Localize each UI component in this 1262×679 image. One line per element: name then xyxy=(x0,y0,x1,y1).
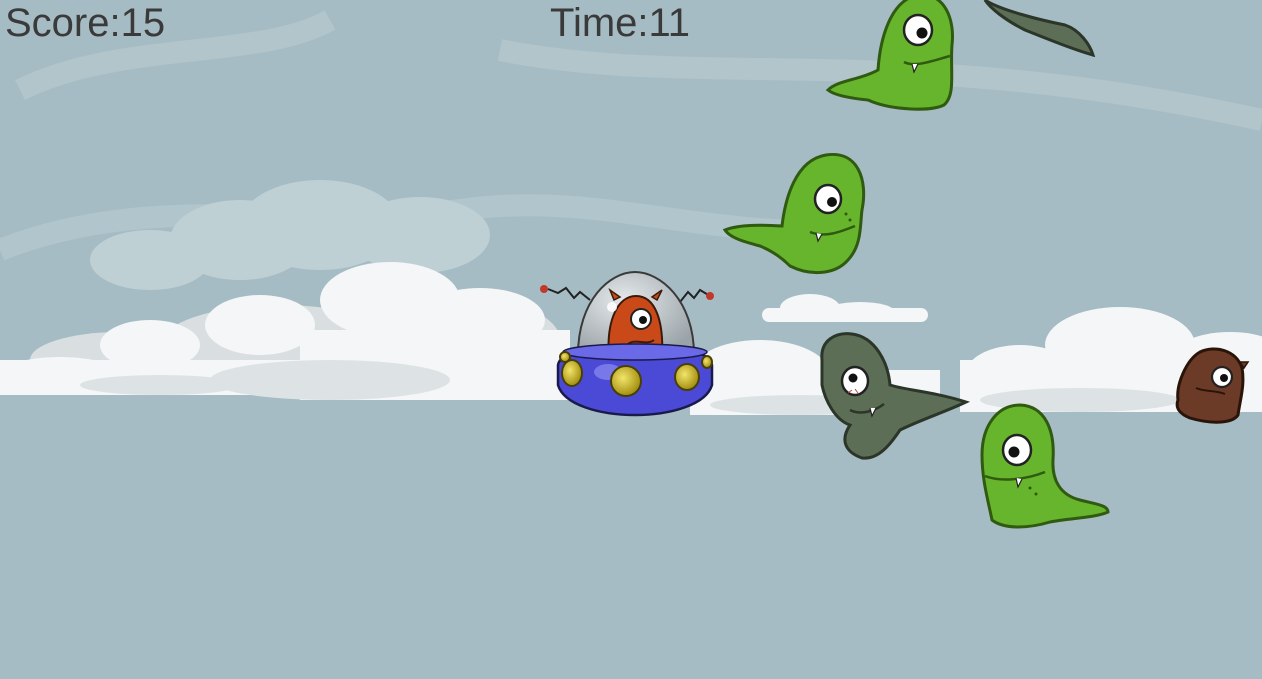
gray-slime-enemy[interactable] xyxy=(820,332,971,460)
ufo-antenna-left xyxy=(547,286,591,301)
score-label: Score:15 xyxy=(5,1,166,45)
green-slime-enemy[interactable] xyxy=(722,153,866,275)
game-canvas[interactable]: Score:15 Time:11 xyxy=(0,0,1262,679)
small-cloud xyxy=(762,294,928,322)
gray-slime-enemy-partial[interactable] xyxy=(983,0,1096,58)
green-slime-enemy[interactable] xyxy=(980,403,1110,529)
ufo-antenna-right xyxy=(679,288,711,303)
cloud-band-left xyxy=(0,262,570,400)
antenna-bulb-right xyxy=(706,292,714,300)
green-slime-enemy[interactable] xyxy=(825,0,955,111)
ufo-rim xyxy=(562,343,708,361)
dome-highlight xyxy=(607,302,617,312)
antenna-bulb-left xyxy=(540,285,548,293)
time-label: Time:11 xyxy=(550,1,691,45)
game-scene xyxy=(0,0,1262,529)
